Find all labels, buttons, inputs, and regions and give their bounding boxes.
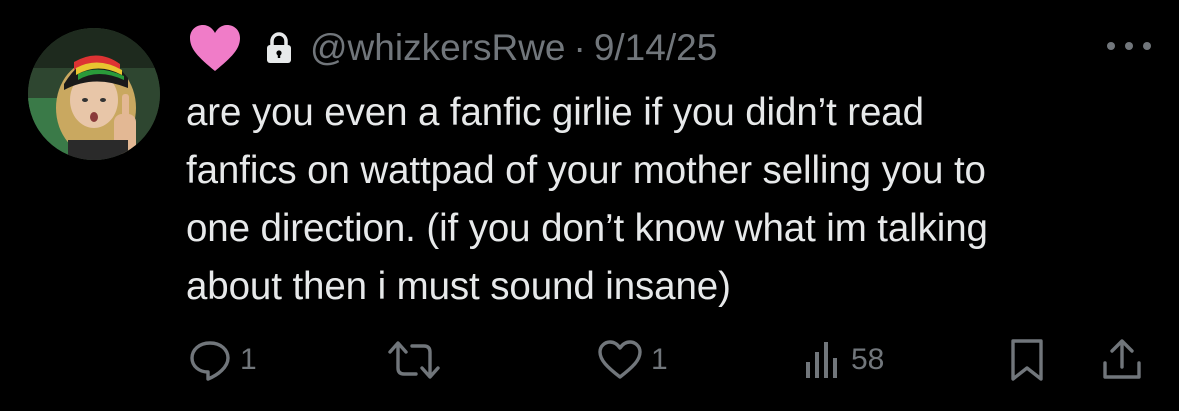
repost-button[interactable] bbox=[386, 332, 442, 388]
reply-count: 1 bbox=[240, 343, 257, 376]
like-button[interactable]: 1 bbox=[597, 332, 668, 388]
share-icon bbox=[1103, 339, 1141, 379]
repost-icon bbox=[388, 341, 440, 379]
view-count: 58 bbox=[851, 343, 885, 376]
avatar-photo bbox=[28, 28, 160, 160]
separator-dot: · bbox=[573, 27, 586, 68]
like-count: 1 bbox=[651, 343, 668, 376]
tweet-date[interactable]: 9/14/25 bbox=[594, 27, 717, 69]
analytics-icon bbox=[806, 342, 837, 378]
ellipsis-icon bbox=[1107, 42, 1151, 50]
heart-outline-icon bbox=[598, 340, 642, 379]
views-button[interactable]: 58 bbox=[803, 332, 884, 388]
bookmark-button[interactable] bbox=[1008, 332, 1046, 388]
share-button[interactable] bbox=[1100, 332, 1144, 388]
author-handle[interactable]: @whizkersRwe bbox=[310, 27, 566, 69]
pink-heart-icon bbox=[188, 23, 242, 73]
avatar[interactable] bbox=[28, 28, 160, 160]
reply-button[interactable]: 1 bbox=[188, 332, 257, 388]
tweet-header: @whizkersRwe · 9/14/25 bbox=[188, 20, 717, 76]
action-bar: 1 1 58 bbox=[0, 332, 1179, 388]
reply-icon bbox=[190, 341, 230, 381]
bookmark-icon bbox=[1011, 339, 1043, 381]
lock-icon bbox=[266, 32, 292, 64]
more-options-button[interactable] bbox=[1103, 36, 1155, 56]
tweet-text: are you even a fanfic girlie if you didn… bbox=[186, 91, 988, 308]
